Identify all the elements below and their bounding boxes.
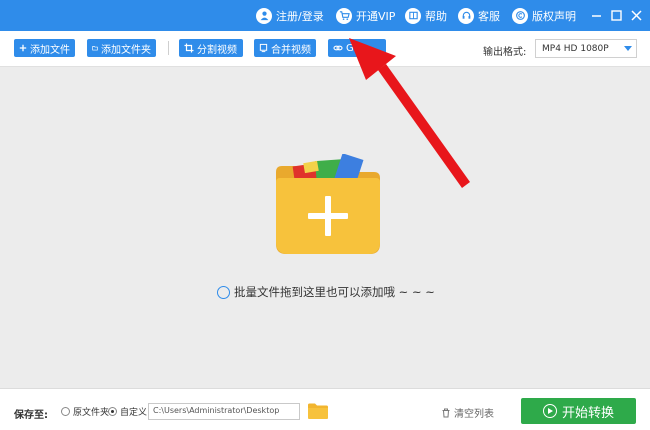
service-link[interactable]: 客服 — [458, 6, 500, 25]
radio-custom-indicator[interactable] — [108, 407, 117, 416]
gif-button[interactable]: GIF — [328, 39, 386, 57]
login-link[interactable]: 注册/登录 — [256, 6, 324, 25]
login-label: 注册/登录 — [276, 9, 324, 23]
merge-video-button[interactable]: 合并视频 — [254, 39, 316, 57]
vip-label: 开通VIP — [356, 9, 396, 23]
start-convert-label: 开始转换 — [561, 405, 614, 421]
book-icon — [405, 7, 421, 24]
toolbar-divider — [168, 41, 169, 55]
vip-link[interactable]: 开通VIP — [336, 6, 395, 25]
help-label: 帮助 — [425, 9, 447, 23]
minimize-button[interactable] — [589, 6, 603, 24]
merge-icon — [259, 43, 268, 53]
clear-list-button[interactable]: 清空列表 — [441, 405, 494, 420]
trash-icon — [442, 408, 450, 417]
headset-icon — [458, 7, 474, 24]
copyright-label: 版权声明 — [532, 9, 576, 23]
close-icon — [630, 9, 642, 21]
minimize-icon — [591, 14, 601, 17]
radio-original-label: 原文件夹 — [73, 408, 110, 418]
add-folder-button[interactable]: 添加文件夹 — [87, 39, 156, 57]
save-path-input[interactable]: C:\Users\Administrator\Desktop — [148, 403, 300, 420]
crop-icon — [184, 43, 194, 53]
drop-hint-text: 批量文件拖到这里也可以添加哦 ~ ~ ~ — [234, 285, 435, 299]
title-bar: 注册/登录 开通VIP 帮助 客服 版权声明 — [0, 0, 650, 31]
folder-icon — [92, 46, 98, 51]
copyright-link[interactable]: 版权声明 — [512, 6, 576, 25]
radio-custom-folder[interactable]: 自定义 — [108, 405, 147, 418]
add-folder-graphic[interactable] — [276, 154, 380, 254]
plus-icon — [19, 44, 27, 52]
output-format-value: MP4 HD 1080P — [542, 43, 609, 54]
drop-hint: 批量文件拖到这里也可以添加哦 ~ ~ ~ — [217, 284, 435, 300]
toolbar: 添加文件 添加文件夹 分割视频 合并视频 GIF 输出格式: MP4 HD 10… — [0, 31, 650, 67]
add-file-button[interactable]: 添加文件 — [14, 39, 75, 57]
merge-video-label: 合并视频 — [271, 44, 311, 56]
save-to-label: 保存至: — [14, 410, 48, 421]
output-format-select[interactable]: MP4 HD 1080P — [535, 39, 637, 58]
maximize-button[interactable] — [609, 6, 623, 24]
add-file-label: 添加文件 — [30, 44, 70, 56]
start-convert-button[interactable]: 开始转换 — [521, 398, 636, 424]
file-drop-zone[interactable]: 批量文件拖到这里也可以添加哦 ~ ~ ~ — [0, 68, 650, 388]
split-video-label: 分割视频 — [197, 44, 237, 56]
radio-original-indicator[interactable] — [61, 407, 70, 416]
play-icon — [542, 404, 557, 418]
clear-list-label: 清空列表 — [454, 409, 494, 420]
close-button[interactable] — [629, 6, 643, 24]
bottom-bar: 保存至: 原文件夹 自定义 C:\Users\Administrator\Des… — [0, 388, 650, 430]
cart-icon — [336, 7, 352, 24]
smile-icon — [217, 285, 230, 299]
copyright-icon — [512, 7, 528, 24]
output-format-label: 输出格式: — [483, 47, 527, 58]
service-label: 客服 — [478, 9, 500, 23]
radio-original-folder[interactable]: 原文件夹 — [61, 405, 109, 418]
chevron-down-icon — [624, 46, 632, 51]
add-folder-label: 添加文件夹 — [101, 44, 151, 56]
gif-label: GIF — [346, 42, 363, 54]
link-icon — [333, 45, 343, 51]
browse-folder-button[interactable] — [307, 402, 329, 420]
maximize-icon — [610, 9, 622, 21]
radio-custom-label: 自定义 — [120, 408, 148, 418]
help-link[interactable]: 帮助 — [405, 6, 447, 25]
user-icon — [256, 7, 272, 24]
split-video-button[interactable]: 分割视频 — [179, 39, 243, 57]
